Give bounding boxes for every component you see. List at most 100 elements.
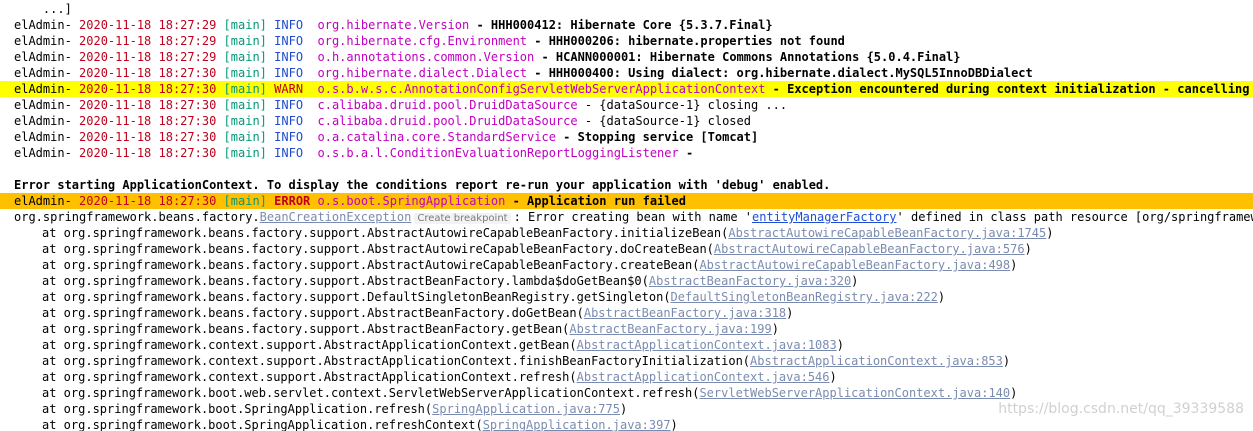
- stack-frame-end: ): [670, 418, 678, 431]
- log-logger: o.s.b.a.l.ConditionEvaluationReportLoggi…: [317, 146, 679, 160]
- log-message: - Application run failed: [505, 194, 686, 208]
- log-message: - HCANN000001: Hibernate Commons Annotat…: [534, 50, 961, 64]
- exception-message-prefix: : Error creating bean with name ': [513, 210, 753, 224]
- stack-frame-file-link[interactable]: AbstractAutowireCapableBeanFactory.java:…: [714, 242, 1025, 256]
- log-timestamp: 2020-11-18 18:27:30: [79, 114, 217, 128]
- log-line: elAdmin- 2020-11-18 18:27:30 [main] INFO…: [0, 113, 1253, 129]
- stack-frame-end: ): [1002, 354, 1011, 368]
- log-app: elAdmin-: [14, 18, 72, 32]
- log-timestamp: 2020-11-18 18:27:30: [79, 146, 217, 160]
- stack-frame-file-link[interactable]: AbstractApplicationContext.java:853: [750, 354, 1003, 368]
- log-timestamp: 2020-11-18 18:27:30: [79, 98, 217, 112]
- console-output[interactable]: ...] elAdmin- 2020-11-18 18:27:29 [main]…: [0, 0, 1253, 431]
- stack-frame: at org.springframework.boot.web.servlet.…: [0, 385, 1253, 401]
- create-breakpoint-button[interactable]: Create breakpoint: [414, 213, 511, 224]
- stack-frame: at org.springframework.beans.factory.sup…: [0, 289, 1253, 305]
- log-thread: [main]: [223, 194, 267, 208]
- stack-frame: at org.springframework.boot.SpringApplic…: [0, 417, 1253, 431]
- stack-frame-file-link[interactable]: SpringApplication.java:397: [483, 418, 671, 431]
- log-logger: org.hibernate.dialect.Dialect: [317, 66, 528, 80]
- stack-frame-end: ): [829, 370, 837, 384]
- stack-frame-end: ): [937, 290, 946, 304]
- stack-frame-end: ): [851, 274, 859, 288]
- stack-frame-method: at org.springframework.beans.factory.sup…: [42, 322, 570, 336]
- log-logger: o.a.catalina.core.StandardService: [317, 130, 556, 144]
- log-thread: [main]: [223, 50, 267, 64]
- stack-frame-file-link[interactable]: AbstractBeanFactory.java:199: [569, 322, 771, 336]
- log-app: elAdmin-: [14, 194, 72, 208]
- log-line: elAdmin- 2020-11-18 18:27:29 [main] INFO…: [0, 17, 1253, 33]
- log-level: INFO: [274, 130, 311, 144]
- stack-frame-method: at org.springframework.beans.factory.sup…: [42, 258, 700, 272]
- log-message: - HHH000400: Using dialect: org.hibernat…: [527, 66, 1033, 80]
- stack-frame-end: ): [619, 402, 628, 416]
- stack-frame-method: at org.springframework.beans.factory.sup…: [42, 226, 729, 240]
- exception-line: org.springframework.beans.factory.BeanCr…: [0, 209, 1253, 225]
- log-line-warn: elAdmin- 2020-11-18 18:27:30 [main] WARN…: [0, 81, 1253, 97]
- stack-frame-end: ): [1010, 258, 1018, 272]
- log-app: elAdmin-: [14, 82, 72, 96]
- log-level: WARN: [274, 82, 311, 96]
- log-app: elAdmin-: [14, 130, 72, 144]
- stack-frame-file-link[interactable]: DefaultSingletonBeanRegistry.java:222: [671, 290, 938, 304]
- log-thread: [main]: [223, 130, 267, 144]
- stack-frame: at org.springframework.context.support.A…: [0, 337, 1253, 353]
- log-timestamp: 2020-11-18 18:27:30: [79, 194, 217, 208]
- stack-frame-file-link[interactable]: AbstractAutowireCapableBeanFactory.java:…: [728, 226, 1046, 240]
- log-line: elAdmin- 2020-11-18 18:27:29 [main] INFO…: [0, 49, 1253, 65]
- stack-frame-file-link[interactable]: ServletWebServerApplicationContext.java:…: [699, 386, 1010, 400]
- console-head-line: ...]: [0, 1, 1253, 17]
- log-thread: [main]: [223, 82, 267, 96]
- stack-frame-method: at org.springframework.context.support.A…: [42, 354, 751, 368]
- stack-frame-method: at org.springframework.context.support.A…: [42, 370, 577, 384]
- log-thread: [main]: [223, 66, 267, 80]
- log-app: elAdmin-: [14, 66, 72, 80]
- head-text: ...]: [42, 2, 72, 16]
- stack-frame-file-link[interactable]: AbstractAutowireCapableBeanFactory.java:…: [699, 258, 1010, 272]
- log-level: INFO: [274, 98, 311, 112]
- stack-frame-end: ): [786, 306, 794, 320]
- log-timestamp: 2020-11-18 18:27:29: [79, 50, 217, 64]
- stack-frame: at org.springframework.context.support.A…: [0, 353, 1253, 369]
- log-level: INFO: [274, 146, 311, 160]
- bean-name-link[interactable]: entityManagerFactory: [752, 210, 897, 224]
- stack-frame: at org.springframework.context.support.A…: [0, 369, 1253, 385]
- log-logger: org.hibernate.Version: [317, 18, 470, 32]
- error-notice: Error starting ApplicationContext. To di…: [14, 178, 831, 192]
- log-level: INFO: [274, 34, 311, 48]
- log-thread: [main]: [223, 98, 267, 112]
- stack-frame-file-link[interactable]: SpringApplication.java:775: [432, 402, 620, 416]
- stack-frame: at org.springframework.beans.factory.sup…: [0, 321, 1253, 337]
- log-message: - {dataSource-1} closed: [577, 114, 751, 128]
- log-thread: [main]: [223, 146, 267, 160]
- stack-frame-file-link[interactable]: AbstractBeanFactory.java:318: [584, 306, 786, 320]
- exception-class-link[interactable]: BeanCreationException: [260, 210, 412, 224]
- stack-frame-end: ): [1024, 242, 1032, 256]
- log-level: INFO: [274, 50, 311, 64]
- log-logger: o.s.boot.SpringApplication: [317, 194, 506, 208]
- log-line: elAdmin- 2020-11-18 18:27:30 [main] INFO…: [0, 145, 1253, 161]
- stack-frame-file-link[interactable]: AbstractApplicationContext.java:546: [577, 370, 830, 384]
- log-app: elAdmin-: [14, 98, 72, 112]
- log-app: elAdmin-: [14, 34, 72, 48]
- stack-frame-file-link[interactable]: AbstractBeanFactory.java:320: [649, 274, 851, 288]
- log-timestamp: 2020-11-18 18:27:30: [79, 66, 217, 80]
- log-level: INFO: [274, 66, 311, 80]
- stack-frame-method: at org.springframework.boot.SpringApplic…: [42, 402, 433, 416]
- stack-frame-file-link[interactable]: AbstractApplicationContext.java:1083: [577, 338, 837, 352]
- stack-frame: at org.springframework.beans.factory.sup…: [0, 225, 1253, 241]
- log-app: elAdmin-: [14, 114, 72, 128]
- exception-package: org.springframework.beans.factory.: [14, 210, 260, 224]
- stack-frame: at org.springframework.beans.factory.sup…: [0, 273, 1253, 289]
- exception-message-suffix: ' defined in class path resource [org/sp…: [896, 210, 1253, 224]
- log-logger: c.alibaba.druid.pool.DruidDataSource: [317, 98, 578, 112]
- log-message: -: [678, 146, 694, 160]
- stack-frame: at org.springframework.beans.factory.sup…: [0, 241, 1253, 257]
- stack-frame-method: at org.springframework.beans.factory.sup…: [42, 290, 671, 304]
- log-level: INFO: [274, 114, 311, 128]
- log-message: - {dataSource-1} closing ...: [577, 98, 788, 112]
- log-timestamp: 2020-11-18 18:27:30: [79, 130, 217, 144]
- watermark: https://blog.csdn.net/qq_39339588: [998, 401, 1244, 417]
- log-line: elAdmin- 2020-11-18 18:27:30 [main] INFO…: [0, 129, 1253, 145]
- log-level: INFO: [274, 18, 311, 32]
